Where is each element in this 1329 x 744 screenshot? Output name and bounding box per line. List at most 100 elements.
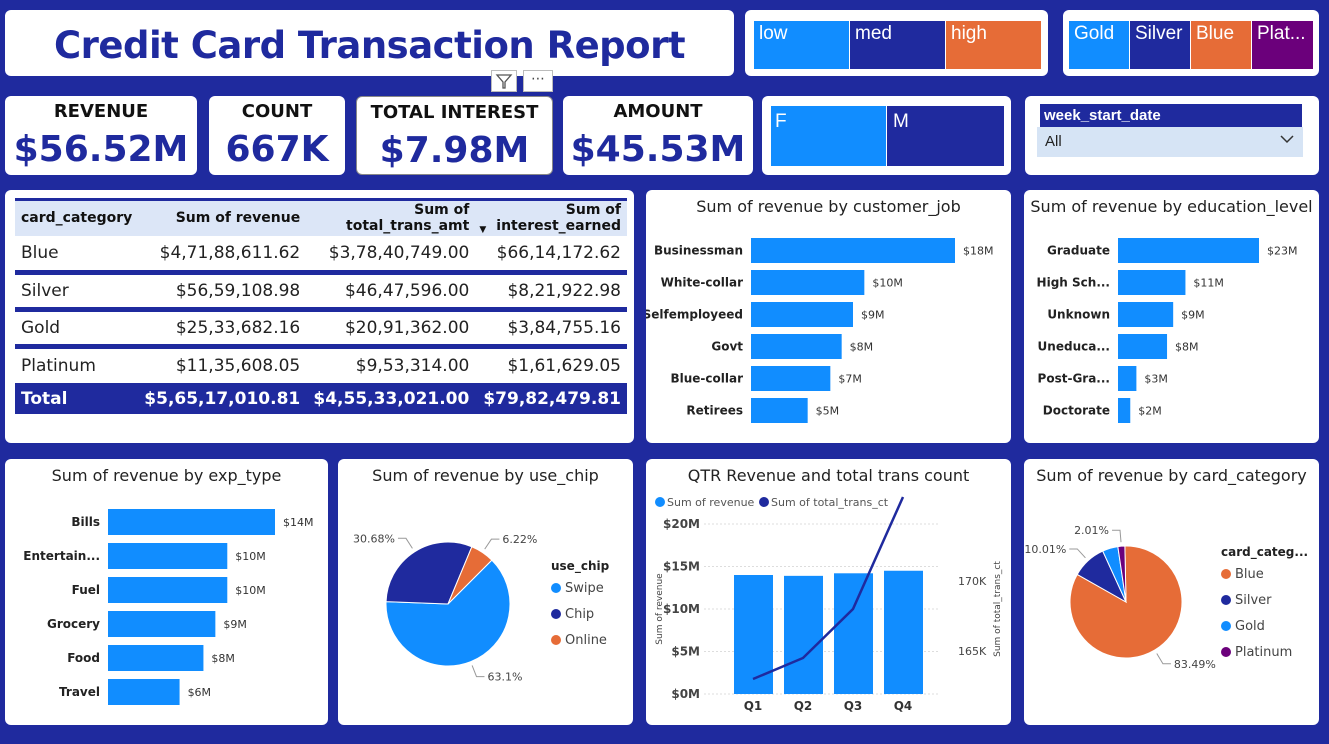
column-header[interactable]: Sum of revenue bbox=[138, 198, 307, 236]
table-row[interactable]: Silver $56,59,108.98 $46,47,596.00 $8,21… bbox=[15, 270, 627, 310]
bar bbox=[1118, 238, 1259, 263]
x-tick-label: Q2 bbox=[794, 699, 813, 713]
category-label: Doctorate bbox=[1043, 404, 1110, 418]
data-label: $8M bbox=[850, 341, 874, 354]
data-label: $18M bbox=[963, 245, 994, 258]
y-axis-label: Sum of revenue bbox=[655, 573, 665, 645]
bar bbox=[751, 334, 842, 359]
gender-slicer-panel: F M bbox=[762, 96, 1011, 175]
legend-item: Swipe bbox=[565, 581, 604, 596]
data-label: $6M bbox=[188, 686, 212, 699]
kpi-revenue-card: REVENUE $56.52M bbox=[5, 96, 197, 175]
table-cell: Blue bbox=[15, 235, 139, 273]
income-low-option[interactable]: low bbox=[754, 21, 849, 69]
data-label: $11M bbox=[1193, 277, 1224, 290]
report-title: Credit Card Transaction Report bbox=[53, 24, 686, 67]
bar bbox=[1118, 366, 1137, 391]
category-label: Post-Gra... bbox=[1038, 372, 1110, 386]
table-row[interactable]: Gold $25,33,682.16 $20,91,362.00 $3,84,7… bbox=[15, 307, 627, 347]
y2-tick-label: 165K bbox=[958, 645, 987, 658]
data-label: $9M bbox=[861, 309, 885, 322]
y2-tick-label: 170K bbox=[958, 575, 987, 588]
leader-line bbox=[1156, 653, 1171, 665]
leader-line bbox=[1069, 548, 1086, 559]
category-label: Selfemployeed bbox=[646, 308, 743, 322]
qtr-combo-chart: Sum of revenue Sum of total_trans_ct $0M $5… bbox=[655, 496, 1003, 713]
chevron-down-icon bbox=[1279, 131, 1295, 151]
category-label: Bills bbox=[71, 515, 100, 529]
leader-line bbox=[397, 537, 413, 549]
kpi-label: AMOUNT bbox=[613, 101, 703, 122]
legend-marker bbox=[551, 635, 561, 645]
category-label: Fuel bbox=[72, 583, 100, 597]
kpi-label: TOTAL INTEREST bbox=[370, 102, 539, 123]
bar bbox=[1118, 334, 1168, 359]
card-slicer-panel: Gold Silver Blue Plat... bbox=[1063, 10, 1319, 76]
data-label: 6.22% bbox=[502, 533, 537, 546]
gender-f-option[interactable]: F bbox=[771, 106, 886, 166]
table-cell: Total bbox=[15, 382, 139, 414]
total-row: Total $5,65,17,010.81 $4,55,33,021.00 $7… bbox=[15, 382, 627, 414]
table-cell: $4,71,88,611.62 bbox=[138, 235, 307, 273]
table-cell: $9,53,314.00 bbox=[306, 344, 476, 384]
gender-m-option[interactable]: M bbox=[887, 106, 1004, 166]
legend-marker bbox=[1221, 595, 1231, 605]
category-label: Entertain... bbox=[23, 549, 100, 563]
table-cell: $20,91,362.00 bbox=[306, 307, 476, 347]
card-platinum-option[interactable]: Plat... bbox=[1252, 21, 1313, 69]
leader-line bbox=[471, 665, 485, 678]
category-label: Businessman bbox=[654, 244, 743, 258]
table-cell: $3,78,40,749.00 bbox=[306, 235, 476, 273]
column-header[interactable]: card_category bbox=[15, 198, 139, 236]
legend-marker bbox=[1221, 621, 1231, 631]
table-row[interactable]: Platinum $11,35,608.05 $9,53,314.00 $1,6… bbox=[15, 344, 627, 384]
more-options-icon[interactable]: ⋯ bbox=[523, 70, 553, 92]
table-row[interactable]: Blue $4,71,88,611.62 $3,78,40,749.00 $66… bbox=[15, 235, 627, 273]
category-label: Retirees bbox=[686, 404, 743, 418]
data-label: $9M bbox=[223, 618, 247, 631]
table-cell: $46,47,596.00 bbox=[306, 270, 476, 310]
income-high-option[interactable]: high bbox=[946, 21, 1041, 69]
data-label: $8M bbox=[1175, 341, 1199, 354]
report-title-panel: Credit Card Transaction Report bbox=[5, 10, 734, 76]
job-chart-panel: Sum of revenue by customer_job Businessm… bbox=[646, 190, 1011, 443]
bar bbox=[751, 302, 853, 327]
bar bbox=[751, 270, 865, 295]
data-label: $2M bbox=[1138, 405, 1162, 418]
data-label: $23M bbox=[1267, 245, 1298, 258]
data-label: $7M bbox=[838, 373, 862, 386]
bar bbox=[751, 366, 831, 391]
bar bbox=[1118, 302, 1174, 327]
filter-icon[interactable] bbox=[491, 70, 517, 92]
kpi-value: 667K bbox=[225, 129, 329, 170]
table-cell: Silver bbox=[15, 270, 139, 310]
leader-line bbox=[1112, 529, 1122, 543]
bar bbox=[108, 679, 180, 705]
legend-title: card_categ... bbox=[1221, 545, 1308, 560]
kpi-interest-card: TOTAL INTEREST $7.98M bbox=[356, 96, 553, 175]
data-label: 10.01% bbox=[1024, 543, 1066, 556]
category-label: Govt bbox=[711, 340, 743, 354]
education-chart-panel: Sum of revenue by education_level Gradua… bbox=[1024, 190, 1319, 443]
category-label: Travel bbox=[59, 685, 100, 699]
legend-marker bbox=[1221, 569, 1231, 579]
data-label: $10M bbox=[235, 550, 265, 563]
card-blue-option[interactable]: Blue bbox=[1191, 21, 1251, 69]
legend-item: Chip bbox=[565, 607, 594, 622]
category-label: Graduate bbox=[1047, 244, 1110, 258]
leader-line bbox=[484, 538, 500, 550]
qtr-chart-panel: QTR Revenue and total trans count Sum of… bbox=[646, 459, 1011, 725]
x-tick-label: Q3 bbox=[844, 699, 863, 713]
education-bar-chart: Graduate $23M High Sch... $11M Unknown $9M Une… bbox=[1037, 238, 1298, 423]
y-tick-label: $15M bbox=[663, 560, 700, 574]
income-med-option[interactable]: med bbox=[850, 21, 945, 69]
week-filter-dropdown[interactable]: All bbox=[1037, 127, 1303, 157]
table-cell: $11,35,608.05 bbox=[138, 344, 307, 384]
data-label: $10M bbox=[872, 277, 903, 290]
column-header[interactable]: Sum of interest_earned ▼ bbox=[475, 198, 627, 236]
column-header[interactable]: Sum of total_trans_amt bbox=[306, 198, 476, 236]
card-gold-option[interactable]: Gold bbox=[1069, 21, 1129, 69]
legend-item: Blue bbox=[1235, 567, 1264, 582]
card-silver-option[interactable]: Silver bbox=[1130, 21, 1190, 69]
card-category-chart-panel: Sum of revenue by card_category 83.49% 10… bbox=[1024, 459, 1319, 725]
